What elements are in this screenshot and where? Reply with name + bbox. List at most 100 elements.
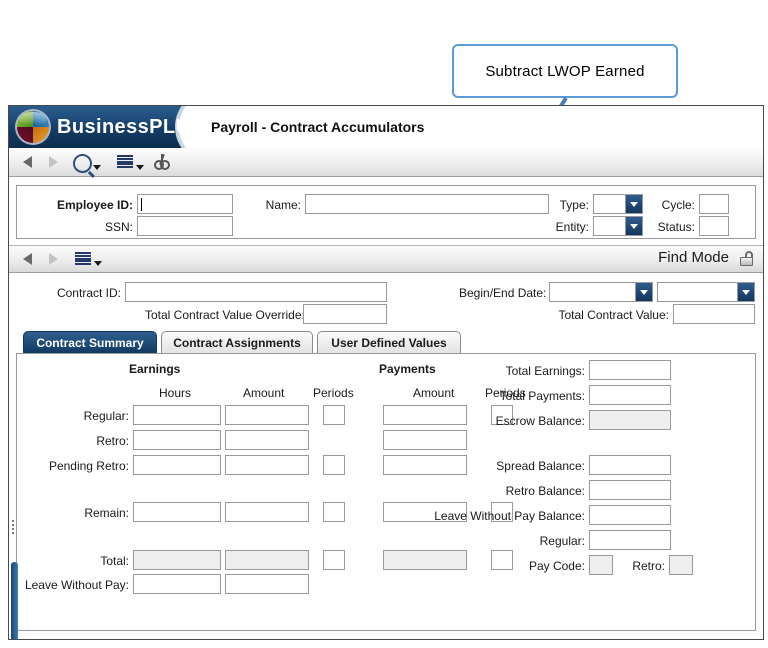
ssn-label: SSN: xyxy=(77,220,133,234)
end-date-dropdown-arrow-icon[interactable] xyxy=(737,283,754,301)
leave-without-pay-balance-input[interactable] xyxy=(589,505,671,525)
earnings-group-label: Earnings xyxy=(129,362,180,376)
regular-balance-input[interactable] xyxy=(589,530,671,550)
left-grip-dots-icon xyxy=(12,520,15,536)
tab-contract-assignments[interactable]: Contract Assignments xyxy=(161,331,313,353)
type-select[interactable] xyxy=(593,194,643,214)
tab-user-defined-values[interactable]: User Defined Values xyxy=(317,331,461,353)
begin-end-date-label: Begin/End Date: xyxy=(459,286,545,300)
row-regular-pay-amount-input[interactable] xyxy=(383,405,467,425)
find-mode-label: Find Mode xyxy=(658,249,729,266)
search-icon[interactable] xyxy=(73,154,92,174)
contract-summary-panel: Earnings Payments Hours Amount Periods A… xyxy=(16,353,756,631)
brand-label: BusinessPLUS xyxy=(57,116,204,139)
row-pending-retro-hours-input[interactable] xyxy=(133,455,221,475)
annotation-callout: Subtract LWOP Earned xyxy=(452,44,678,98)
record-list-menu-icon[interactable] xyxy=(75,252,91,272)
begin-date-select[interactable] xyxy=(549,282,653,302)
row-regular-hours-input[interactable] xyxy=(133,405,221,425)
contract-header-form: Contract ID: Total Contract Value Overri… xyxy=(9,273,763,325)
payments-group-label: Payments xyxy=(379,362,436,376)
cycle-input[interactable] xyxy=(699,194,729,214)
row-pending-retro-earn-periods-input[interactable] xyxy=(323,455,345,475)
row-total-hours-output xyxy=(133,550,221,570)
row-retro-earn-amount-input[interactable] xyxy=(225,430,309,450)
row-regular-earn-periods-input[interactable] xyxy=(323,405,345,425)
row-pending-retro-pay-amount-input[interactable] xyxy=(383,455,467,475)
row-remain-earn-amount-input[interactable] xyxy=(225,502,309,522)
employee-id-input[interactable] xyxy=(137,194,233,214)
text-cursor xyxy=(141,198,142,211)
main-toolbar xyxy=(9,148,763,177)
row-retro-label: Retro: xyxy=(37,434,129,448)
row-pending-retro-label: Pending Retro: xyxy=(25,459,129,473)
total-contract-value-input[interactable] xyxy=(673,304,755,324)
spread-balance-input[interactable] xyxy=(589,455,671,475)
nav-forward-icon[interactable] xyxy=(49,156,58,176)
row-leave-without-pay-hours-input[interactable] xyxy=(133,574,221,594)
row-total-earn-periods-input[interactable] xyxy=(323,550,345,570)
escrow-balance-output xyxy=(589,410,671,430)
list-menu-dropdown-caret-icon[interactable] xyxy=(136,165,144,185)
end-date-select[interactable] xyxy=(657,282,755,302)
pay-code-output xyxy=(589,555,613,575)
businessplus-logo-icon xyxy=(17,111,49,143)
contract-id-label: Contract ID: xyxy=(33,286,121,300)
tab-bar: Contract Summary Contract Assignments Us… xyxy=(23,331,763,353)
earnings-periods-column-label: Periods xyxy=(313,386,354,400)
ssn-input[interactable] xyxy=(137,216,233,236)
payments-amount-column-label: Amount xyxy=(413,386,454,400)
name-input[interactable] xyxy=(305,194,549,214)
status-label: Status: xyxy=(633,220,695,234)
window-body: Employee ID: SSN: Name: Type: Entity: Cy… xyxy=(9,185,763,631)
row-pending-retro-earn-amount-input[interactable] xyxy=(225,455,309,475)
total-payments-input[interactable] xyxy=(589,385,671,405)
row-remain-earn-periods-input[interactable] xyxy=(323,502,345,522)
total-earnings-input[interactable] xyxy=(589,360,671,380)
type-dropdown-arrow-icon[interactable] xyxy=(625,195,642,213)
screen-root: Subtract LWOP Earned BusinessPLUS Payrol… xyxy=(0,0,768,648)
search-dropdown-caret-icon[interactable] xyxy=(93,165,101,185)
row-leave-without-pay-amount-input[interactable] xyxy=(225,574,309,594)
row-remain-label: Remain: xyxy=(37,506,129,520)
tab-contract-summary[interactable]: Contract Summary xyxy=(23,331,157,353)
status-input[interactable] xyxy=(699,216,729,236)
row-total-pay-amount-output xyxy=(383,550,467,570)
begin-date-dropdown-arrow-icon[interactable] xyxy=(635,283,652,301)
row-regular-earn-amount-input[interactable] xyxy=(225,405,309,425)
retro-code-label: Retro: xyxy=(621,559,665,573)
employee-header-panel: Employee ID: SSN: Name: Type: Entity: Cy… xyxy=(16,185,756,239)
retro-balance-input[interactable] xyxy=(589,480,671,500)
unlocked-padlock-icon[interactable] xyxy=(740,251,753,266)
total-contract-value-label: Total Contract Value: xyxy=(547,308,669,322)
list-menu-icon[interactable] xyxy=(117,155,133,175)
total-contract-value-override-input[interactable] xyxy=(303,304,387,324)
row-retro-pay-amount-input[interactable] xyxy=(383,430,467,450)
application-window: BusinessPLUS Payroll - Contract Accumula… xyxy=(8,105,764,640)
tab-user-defined-values-label: User Defined Values xyxy=(331,336,446,350)
hours-column-label: Hours xyxy=(159,386,191,400)
contract-id-input[interactable] xyxy=(125,282,387,302)
type-label: Type: xyxy=(537,198,589,212)
cut-icon[interactable] xyxy=(154,154,170,174)
total-contract-value-override-label: Total Contract Value Override: xyxy=(145,308,297,322)
pay-code-label: Pay Code: xyxy=(467,559,585,573)
tab-contract-summary-label: Contract Summary xyxy=(36,336,143,350)
total-earnings-label: Total Earnings: xyxy=(467,364,585,378)
employee-id-label: Employee ID: xyxy=(47,198,133,212)
row-total-earn-amount-output xyxy=(225,550,309,570)
regular-balance-label: Regular: xyxy=(467,534,585,548)
nav-back-icon[interactable] xyxy=(23,156,32,176)
tab-contract-assignments-label: Contract Assignments xyxy=(173,336,301,350)
find-mode-bar: Find Mode xyxy=(9,245,763,273)
record-forward-icon[interactable] xyxy=(49,253,58,273)
cycle-label: Cycle: xyxy=(641,198,695,212)
row-leave-without-pay-label: Leave Without Pay: xyxy=(17,578,129,592)
leave-without-pay-balance-label: Leave Without Pay Balance: xyxy=(425,509,585,523)
record-back-icon[interactable] xyxy=(23,253,32,273)
earnings-amount-column-label: Amount xyxy=(243,386,284,400)
row-total-label: Total: xyxy=(37,554,129,568)
spread-balance-label: Spread Balance: xyxy=(467,459,585,473)
row-remain-hours-input[interactable] xyxy=(133,502,221,522)
row-retro-hours-input[interactable] xyxy=(133,430,221,450)
